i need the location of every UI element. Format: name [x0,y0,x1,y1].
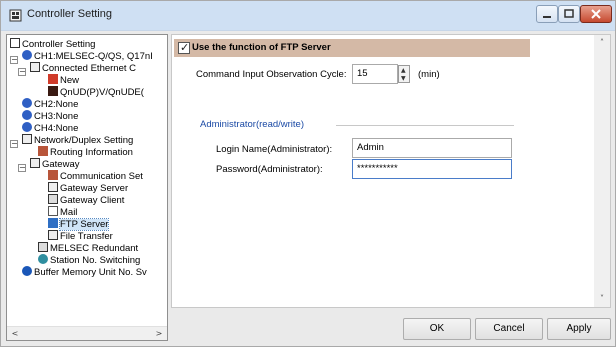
client-icon [48,194,58,204]
server-icon [48,182,58,192]
spin-down-icon[interactable]: ▼ [401,76,406,82]
settings-tree[interactable]: − − − − Controller Setting CH1:MELSEC-Q/… [6,34,168,341]
gateway-icon [30,158,40,168]
communication-icon [48,170,58,180]
tree-item-ch3[interactable]: CH3:None [22,110,78,122]
ftp-icon [48,218,58,228]
collapse-icon[interactable]: − [18,164,26,172]
use-ftp-checkbox[interactable]: ✓ [178,41,190,54]
ftp-function-header: ✓ Use the function of FTP Server [174,39,530,57]
tree-item-melsec-redundant[interactable]: MELSEC Redundant [38,242,138,254]
cycle-unit: (min) [418,69,440,80]
tree-item-routing[interactable]: Routing Information [38,146,133,158]
plc-icon [48,86,58,96]
tree-item-gateway[interactable]: Gateway [30,158,80,170]
channel-icon [22,98,32,108]
tree-item-communication-set[interactable]: Communication Set [48,170,143,182]
close-icon [591,9,601,19]
collapse-icon[interactable]: − [10,56,18,64]
tree-item-network-duplex[interactable]: Network/Duplex Setting [22,134,133,146]
tree-item-gateway-server[interactable]: Gateway Server [48,182,128,194]
password-input[interactable]: *********** [352,159,512,179]
tree-item-controller-setting[interactable]: Controller Setting [10,38,95,50]
title-bar: Controller Setting [1,1,615,31]
switching-icon [38,254,48,264]
cycle-label: Command Input Observation Cycle: [196,69,347,80]
ok-button[interactable]: OK [403,318,471,340]
collapse-icon[interactable]: − [18,68,26,76]
controller-icon [9,9,22,22]
spin-up-icon[interactable]: ▲ [401,68,406,74]
scroll-down-icon[interactable]: ˅ [597,294,607,304]
close-button[interactable] [580,5,612,23]
collapse-icon[interactable]: − [10,140,18,148]
checkmark-icon: ✓ [180,41,190,54]
tree-item-new[interactable]: New [48,74,79,86]
tree-item-gateway-client[interactable]: Gateway Client [48,194,124,206]
tree-horizontal-scrollbar[interactable]: < > [7,326,167,340]
content-vertical-scrollbar[interactable]: ˄ ˅ [594,35,610,307]
apply-button[interactable]: Apply [547,318,611,340]
tree-item-mail[interactable]: Mail [48,206,77,218]
channel-icon [22,122,32,132]
login-name-label: Login Name(Administrator): [216,144,333,155]
buffer-memory-icon [22,266,32,276]
window-title: Controller Setting [27,8,112,20]
tree-item-ch2[interactable]: CH2:None [22,98,78,110]
minimize-icon [543,16,551,18]
tree-item-ch1[interactable]: CH1:MELSEC-Q/QS, Q17nI [22,50,153,62]
section-divider [336,125,514,126]
administrator-section-title: Administrator(read/write) [200,119,304,130]
controller-icon [10,38,20,48]
cycle-spinner[interactable]: ▲ ▼ [398,65,410,83]
ftp-settings-panel: ✓ Use the function of FTP Server Command… [171,34,611,308]
login-name-input[interactable]: Admin [352,138,512,158]
tree-item-ch4[interactable]: CH4:None [22,122,78,134]
mail-icon [48,206,58,216]
redundant-icon [38,242,48,252]
minimize-button[interactable] [536,5,558,23]
controller-setting-window: Controller Setting − − − − Controller Se… [0,0,616,347]
channel-icon [22,50,32,60]
cancel-button[interactable]: Cancel [475,318,543,340]
routing-icon [38,146,48,156]
network-icon [22,134,32,144]
new-device-icon [48,74,58,84]
use-ftp-label: Use the function of FTP Server [192,42,331,53]
scroll-right-icon[interactable]: > [154,329,164,339]
maximize-button[interactable] [558,5,580,23]
tree-item-file-transfer[interactable]: File Transfer [48,230,113,242]
tree-item-qnud[interactable]: QnUD(P)V/QnUDE( [48,86,144,98]
network-icon [30,62,40,72]
password-label: Password(Administrator): [216,164,323,175]
maximize-icon [564,9,574,18]
tree-item-buffer-memory[interactable]: Buffer Memory Unit No. Sv [22,266,147,278]
channel-icon [22,110,32,120]
tree-item-station-switching[interactable]: Station No. Switching [38,254,140,266]
scroll-left-icon[interactable]: < [10,329,20,339]
cycle-input[interactable]: 15 [352,64,398,84]
file-transfer-icon [48,230,58,240]
tree-item-ftp-server[interactable]: FTP Server [48,218,110,231]
scroll-up-icon[interactable]: ˄ [597,38,607,48]
tree-item-connected-ethernet[interactable]: Connected Ethernet C [30,62,136,74]
